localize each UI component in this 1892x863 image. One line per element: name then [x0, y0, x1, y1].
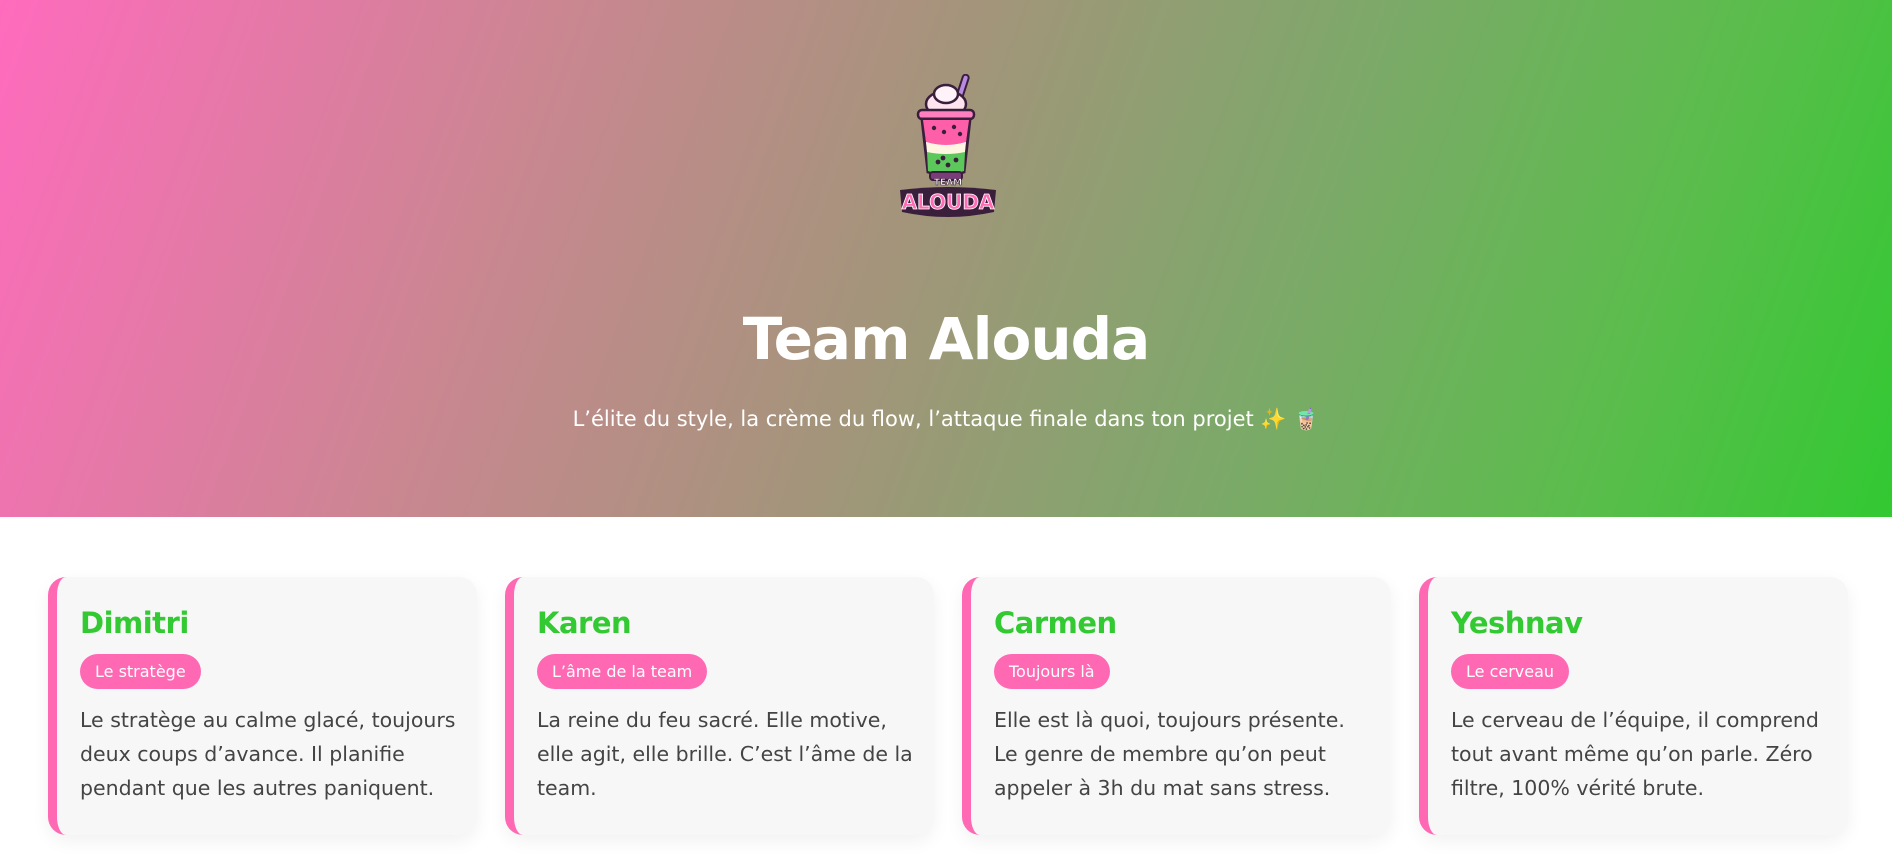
member-description: Le stratège au calme glacé, toujours deu… — [80, 708, 456, 800]
member-name: Carmen — [994, 606, 1117, 640]
page-subtitle: L’élite du style, la crème du flow, l’at… — [572, 407, 1320, 431]
member-name: Karen — [537, 606, 632, 640]
member-description: La reine du feu sacré. Elle motive, elle… — [537, 708, 913, 800]
member-card-dimitri: Dimitri Le stratège Le stratège au calme… — [48, 577, 477, 835]
member-card-karen: Karen L’âme de la team La reine du feu s… — [505, 577, 934, 835]
svg-text:ALOUDA: ALOUDA — [902, 190, 995, 214]
member-role-badge: Le stratège — [80, 654, 201, 689]
member-card-carmen: Carmen Toujours là Elle est là quoi, tou… — [962, 577, 1391, 835]
member-description: Le cerveau de l’équipe, il comprend tout… — [1451, 708, 1819, 800]
team-members-grid: Dimitri Le stratège Le stratège au calme… — [48, 577, 1850, 837]
team-logo-icon: TEAM ALOUDA — [900, 74, 996, 217]
member-role-badge: Le cerveau — [1451, 654, 1570, 689]
hero-banner: TEAM ALOUDA Team Alouda L’élite du style… — [0, 0, 1892, 517]
member-name: Yeshnav — [1451, 606, 1583, 640]
member-role-badge: Toujours là — [994, 654, 1110, 689]
svg-text:TEAM: TEAM — [934, 178, 962, 188]
member-role-badge: L’âme de la team — [537, 654, 708, 689]
page-title: Team Alouda — [742, 305, 1151, 373]
member-name: Dimitri — [80, 606, 189, 640]
member-description: Elle est là quoi, toujours présente. Le … — [994, 708, 1345, 800]
member-card-yeshnav: Yeshnav Le cerveau Le cerveau de l’équip… — [1419, 577, 1848, 835]
